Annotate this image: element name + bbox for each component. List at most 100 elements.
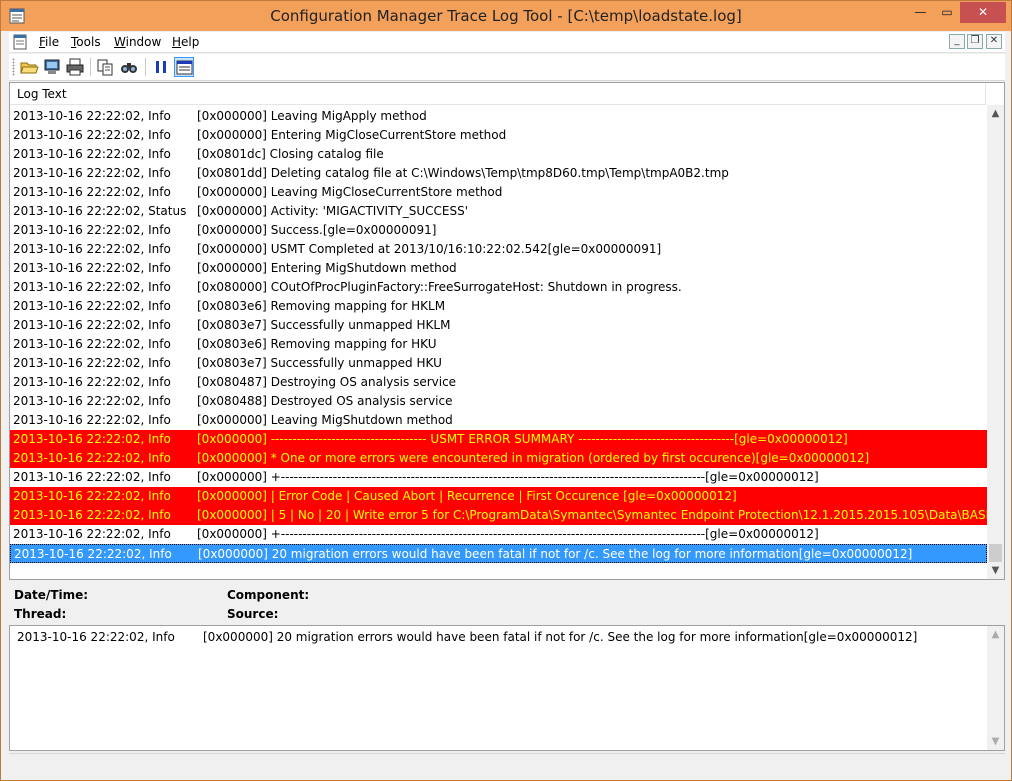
- scroll-down-icon[interactable]: ▼: [987, 733, 1004, 750]
- title-bar[interactable]: Configuration Manager Trace Log Tool - […: [1, 1, 1011, 31]
- detail-text: 2013-10-16 22:22:02, Info [0x000000] 20 …: [17, 630, 917, 644]
- log-row-datetime: 2013-10-16 22:22:02, Info: [13, 375, 171, 389]
- log-row-message: [0x000000] | 5 | No | 20 | Write error 5…: [197, 508, 987, 522]
- log-row[interactable]: 2013-10-16 22:22:02, Info [0x000000] Succ…: [10, 221, 987, 240]
- detail-scrollbar[interactable]: ▲ ▼: [987, 626, 1004, 750]
- log-row-datetime: 2013-10-16 22:22:02, Status: [13, 204, 187, 218]
- log-row[interactable]: 2013-10-16 22:22:02, Info [0x0803e7] Succ…: [10, 354, 987, 373]
- log-row-datetime: 2013-10-16 22:22:02, Info: [13, 470, 171, 484]
- log-row[interactable]: 2013-10-16 22:22:02, Info [0x0801dd] Dele…: [10, 164, 987, 183]
- log-row[interactable]: 2013-10-16 22:22:02, Info [0x000000] Ente…: [10, 126, 987, 145]
- mdi-minimize-button[interactable]: _: [949, 34, 965, 49]
- log-row-message: [0x000000] Success.[gle=0x00000091]: [197, 223, 437, 237]
- source-label: Source:: [227, 607, 279, 621]
- log-row-message: [0x000000] Leaving MigApply method: [197, 109, 427, 123]
- log-row-datetime: 2013-10-16 22:22:02, Info: [13, 413, 171, 427]
- log-row[interactable]: 2013-10-16 22:22:02, Info [0x000000] | Er…: [10, 487, 987, 506]
- log-row[interactable]: 2013-10-16 22:22:02, Info [0x000000] Leav…: [10, 107, 987, 126]
- log-row-message: [0x0801dc] Closing catalog file: [197, 147, 384, 161]
- log-row[interactable]: 2013-10-16 22:22:02, Info [0x0803e7] Succ…: [10, 316, 987, 335]
- computer-icon[interactable]: [42, 57, 62, 77]
- mdi-restore-button[interactable]: ❐: [967, 34, 983, 49]
- thread-label: Thread:: [14, 607, 67, 621]
- log-row[interactable]: 2013-10-16 22:22:02, Info [0x080488] Dest…: [10, 392, 987, 411]
- log-row[interactable]: 2013-10-16 22:22:02, Info [0x000000] Ente…: [10, 259, 987, 278]
- log-row-message: [0x000000] Entering MigShutdown method: [197, 261, 457, 275]
- find-icon[interactable]: [119, 57, 139, 77]
- log-row[interactable]: 2013-10-16 22:22:02, Info [0x080000] COut…: [10, 278, 987, 297]
- log-row[interactable]: 2013-10-16 22:22:02, Info [0x0803e6] Remo…: [10, 297, 987, 316]
- detail-message: [0x000000] 20 migration errors would hav…: [203, 630, 918, 644]
- toolbar-separator: [145, 58, 146, 76]
- detail-text-box[interactable]: 2013-10-16 22:22:02, Info [0x000000] 20 …: [9, 625, 1005, 751]
- toolbar: [9, 54, 1005, 81]
- log-row-datetime: 2013-10-16 22:22:02, Info: [13, 451, 171, 465]
- menu-tools[interactable]: Tools: [71, 35, 101, 49]
- document-icon: [13, 34, 27, 50]
- log-row-message: [0x000000] Activity: 'MIGACTIVITY_SUCCES…: [197, 204, 469, 218]
- main-window: Configuration Manager Trace Log Tool - […: [0, 0, 1012, 781]
- log-row[interactable]: 2013-10-16 22:22:02, Info [0x0801dc] Clos…: [10, 145, 987, 164]
- log-row-message: [0x000000] | Error Code | Caused Abort |…: [197, 489, 737, 503]
- log-row-message: [0x000000] -----------------------------…: [197, 432, 848, 446]
- print-icon[interactable]: [65, 57, 85, 77]
- log-row-message: [0x0803e7] Successfully unmapped HKU: [197, 356, 442, 370]
- details-panel: Date/Time: Component: Thread: Source:: [9, 583, 1005, 623]
- copy-icon[interactable]: [95, 57, 115, 77]
- log-row-message: [0x0803e7] Successfully unmapped HKLM: [197, 318, 451, 332]
- log-row-datetime: 2013-10-16 22:22:02, Info: [13, 299, 171, 313]
- open-folder-icon[interactable]: [19, 57, 39, 77]
- log-row[interactable]: 2013-10-16 22:22:02, Info [0x000000] +---…: [10, 468, 987, 487]
- log-row-datetime: 2013-10-16 22:22:02, Info: [13, 242, 171, 256]
- log-row[interactable]: 2013-10-16 22:22:02, Info [0x000000] Leav…: [10, 411, 987, 430]
- column-header[interactable]: Log Text: [10, 83, 987, 105]
- menu-help[interactable]: Help: [172, 35, 199, 49]
- detail-datetime: 2013-10-16 22:22:02, Info: [17, 630, 175, 644]
- highlight-icon[interactable]: [174, 57, 194, 77]
- log-row-datetime: 2013-10-16 22:22:02, Info: [13, 527, 171, 541]
- log-row-message: [0x000000] Leaving MigShutdown method: [197, 413, 453, 427]
- log-row-message: [0x000000] 20 migration errors would hav…: [198, 547, 913, 561]
- log-row-datetime: 2013-10-16 22:22:02, Info: [13, 432, 171, 446]
- log-row[interactable]: 2013-10-16 22:22:02, Info [0x0803e6] Remo…: [10, 335, 987, 354]
- component-label: Component:: [227, 588, 310, 602]
- mdi-close-button[interactable]: ✕: [986, 34, 1002, 49]
- toolbar-separator: [90, 58, 91, 76]
- scroll-up-icon[interactable]: ▲: [987, 105, 1004, 122]
- log-row[interactable]: 2013-10-16 22:22:02, Info [0x000000] | 5 …: [10, 506, 987, 525]
- log-row[interactable]: 2013-10-16 22:22:02, Info [0x080487] Dest…: [10, 373, 987, 392]
- log-row[interactable]: 2013-10-16 22:22:02, Info [0x000000] * On…: [10, 449, 987, 468]
- log-row[interactable]: 2013-10-16 22:22:02, Info [0x000000] +---…: [10, 525, 987, 544]
- log-row-datetime: 2013-10-16 22:22:02, Info: [13, 318, 171, 332]
- scroll-up-icon[interactable]: ▲: [987, 626, 1004, 643]
- scroll-thumb[interactable]: [989, 544, 1002, 562]
- maximize-button[interactable]: ▭: [934, 2, 960, 23]
- log-row[interactable]: 2013-10-16 22:22:02, Status [0x000000] A…: [10, 202, 987, 221]
- column-divider[interactable]: [985, 83, 986, 105]
- minimize-button[interactable]: —: [907, 2, 934, 23]
- log-row-datetime: 2013-10-16 22:22:02, Info: [13, 489, 171, 503]
- log-row-datetime: 2013-10-16 22:22:02, Info: [13, 280, 171, 294]
- toolbar-grip[interactable]: [12, 58, 15, 76]
- log-row-datetime: 2013-10-16 22:22:02, Info: [14, 547, 172, 561]
- menu-file[interactable]: File: [39, 35, 59, 49]
- status-bar: [9, 753, 1005, 775]
- log-row-datetime: 2013-10-16 22:22:02, Info: [13, 128, 171, 142]
- log-rows: 2013-10-16 22:22:02, Info [0x000000] Leav…: [10, 107, 987, 579]
- log-row-message: [0x0803e6] Removing mapping for HKLM: [197, 299, 446, 313]
- log-row-message: [0x080488] Destroyed OS analysis service: [197, 394, 453, 408]
- log-scrollbar[interactable]: ▲ ▼: [987, 105, 1004, 579]
- log-row[interactable]: 2013-10-16 22:22:02, Info [0x000000] ----…: [10, 430, 987, 449]
- close-button[interactable]: ✕: [960, 2, 1006, 23]
- log-row-message: [0x000000] Entering MigCloseCurrentStore…: [197, 128, 507, 142]
- pause-icon[interactable]: [151, 57, 171, 77]
- log-row[interactable]: 2013-10-16 22:22:02, Info [0x000000] 20 m…: [10, 544, 987, 563]
- scroll-down-icon[interactable]: ▼: [987, 562, 1004, 579]
- log-row[interactable]: 2013-10-16 22:22:02, Info [0x000000] USMT…: [10, 240, 987, 259]
- log-row[interactable]: 2013-10-16 22:22:02, Info [0x000000] Leav…: [10, 183, 987, 202]
- log-row-message: [0x000000] +----------------------------…: [197, 527, 819, 541]
- log-list[interactable]: Log Text 2013-10-16 22:22:02, Info [0x000…: [9, 82, 1005, 580]
- log-row-message: [0x000000] USMT Completed at 2013/10/16:…: [197, 242, 662, 256]
- log-row-datetime: 2013-10-16 22:22:02, Info: [13, 356, 171, 370]
- menu-window[interactable]: Window: [114, 35, 161, 49]
